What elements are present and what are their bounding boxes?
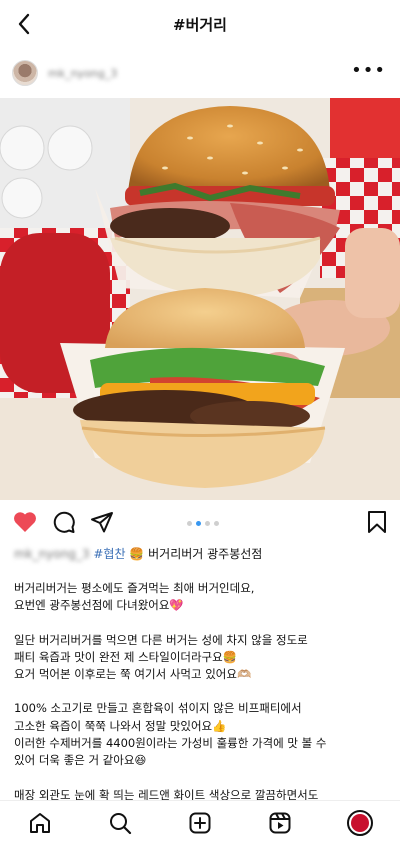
caption-line: 이러한 수제버거를 4400원이라는 가성비 훌륭한 가격에 맛 볼 수: [14, 736, 327, 751]
comment-icon: [53, 511, 75, 533]
nav-create[interactable]: [180, 806, 220, 840]
page-title: #버거리: [173, 15, 227, 34]
comment-button[interactable]: [52, 510, 76, 538]
caption-line: 100% 소고기로 만들고 혼합육이 섞이지 않은 비프패티에서: [14, 701, 302, 716]
reels-icon: [269, 812, 291, 834]
more-options-button[interactable]: •••: [351, 62, 386, 80]
carousel-dot: [187, 521, 192, 526]
hashtag-link[interactable]: #협찬: [93, 547, 125, 561]
nav-profile[interactable]: [340, 806, 380, 840]
like-button[interactable]: [12, 510, 38, 538]
avatar[interactable]: [12, 60, 38, 86]
caption-body: 버거리버거는 평소에도 즐겨먹는 최애 버거인데요, 요번엔 광주봉선점에 다녀왔…: [14, 580, 390, 804]
carousel-dot: [196, 521, 201, 526]
top-bar: #버거리: [0, 0, 400, 48]
caption-line: 고소한 육즙이 쭉쭉 나와서 정말 맛있어요👍: [14, 718, 227, 733]
caption-header: mk_nyong_3 #협찬 🍔 버거리버거 광주봉선점: [14, 546, 390, 562]
burger-photo: [0, 98, 400, 500]
carousel-dot: [205, 521, 210, 526]
caption-line: 요거 먹어본 이후로는 쭉 여기서 사먹고 있어요🫶🏼: [14, 667, 252, 682]
post-username[interactable]: mk_nyong_3: [48, 67, 117, 80]
burger-emoji: 🍔: [129, 547, 145, 561]
nav-home[interactable]: [20, 806, 60, 840]
caption-username[interactable]: mk_nyong_3: [14, 546, 90, 562]
bookmark-icon: [368, 511, 386, 533]
caption-line: 있어 더욱 좋은 거 같아요😆: [14, 753, 147, 768]
heart-filled-icon: [14, 512, 36, 532]
search-icon: [110, 813, 132, 835]
profile-avatar: [351, 814, 369, 832]
profile-icon: [347, 810, 373, 836]
send-icon: [91, 512, 113, 533]
carousel-indicator: [187, 521, 219, 526]
home-icon: [30, 813, 50, 833]
nav-search[interactable]: [100, 806, 140, 840]
caption-line: 패티 육즙과 맛이 완전 제 스타일이더라구요🍔: [14, 649, 238, 664]
create-icon: [189, 812, 211, 834]
post-actions: [0, 508, 400, 536]
chevron-left-icon: [18, 13, 30, 35]
carousel-dot: [214, 521, 219, 526]
bottom-nav: [0, 800, 400, 845]
caption-title: 버거리버거 광주봉선점: [148, 547, 263, 561]
post-header: mk_nyong_3 •••: [0, 56, 400, 90]
caption-line: 요번엔 광주봉선점에 다녀왔어요💖: [14, 598, 184, 613]
post-image[interactable]: [0, 98, 400, 500]
caption-line: 버거리버거는 평소에도 즐겨먹는 최애 버거인데요,: [14, 581, 255, 595]
caption-line: 일단 버거리버거를 먹으면 다른 버거는 성에 차지 않을 정도로: [14, 632, 308, 647]
back-button[interactable]: [8, 8, 40, 40]
more-horizontal-icon: •••: [351, 60, 386, 81]
nav-reels[interactable]: [260, 806, 300, 840]
save-button[interactable]: [366, 510, 388, 538]
share-button[interactable]: [90, 510, 114, 538]
